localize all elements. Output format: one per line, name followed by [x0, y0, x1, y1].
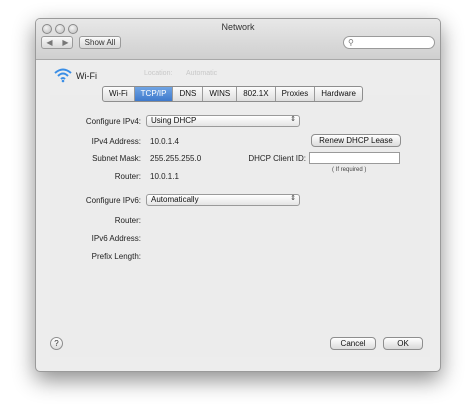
chevron-updown-icon: ⇕: [290, 116, 296, 123]
location-value: Automatic: [186, 70, 218, 77]
tab-wifi[interactable]: Wi-Fi: [103, 87, 135, 101]
tab-8021x[interactable]: 802.1X: [237, 87, 276, 101]
ipv4-address-value: 10.0.1.4: [150, 137, 179, 146]
tab-proxies[interactable]: Proxies: [276, 87, 316, 101]
back-button[interactable]: ◀: [42, 38, 57, 47]
title-bar: Network ◀ ▶ Show All ⚲: [36, 19, 440, 60]
wifi-icon: [54, 68, 72, 83]
service-name: Wi-Fi: [76, 71, 97, 81]
tab-tcpip[interactable]: TCP/IP: [134, 87, 174, 101]
configure-ipv6-select[interactable]: Automatically ⇕: [146, 194, 300, 206]
configure-ipv4-value: Using DHCP: [151, 116, 197, 125]
tab-hardware[interactable]: Hardware: [315, 87, 362, 101]
subnet-mask-label: Subnet Mask:: [92, 154, 141, 163]
show-all-button[interactable]: Show All: [79, 36, 121, 49]
tab-dns[interactable]: DNS: [173, 87, 204, 101]
location-label: Location:: [144, 70, 173, 77]
ipv4-address-label: IPv4 Address:: [91, 137, 141, 146]
configure-ipv4-label: Configure IPv4:: [85, 117, 141, 126]
configure-ipv6-label: Configure IPv6:: [85, 196, 141, 205]
configure-ipv4-select[interactable]: Using DHCP ⇕: [146, 115, 300, 127]
router-value: 10.0.1.1: [150, 172, 179, 181]
ipv6-address-label: IPv6 Address:: [91, 234, 141, 243]
search-field[interactable]: ⚲: [343, 36, 435, 49]
window-title: Network: [221, 22, 255, 32]
prefix-length-label: Prefix Length:: [91, 252, 141, 261]
cancel-button[interactable]: Cancel: [330, 337, 376, 350]
ok-button[interactable]: OK: [383, 337, 423, 350]
chevron-updown-icon: ⇕: [290, 195, 296, 202]
configure-ipv6-value: Automatically: [151, 195, 199, 204]
tab-wins[interactable]: WINS: [203, 87, 238, 101]
forward-button[interactable]: ▶: [58, 38, 73, 47]
search-icon: ⚲: [348, 38, 354, 47]
router-label: Router:: [114, 172, 141, 181]
tab-bar: Wi-Fi TCP/IP DNS WINS 802.1X Proxies Har…: [102, 86, 363, 102]
back-forward-buttons: ◀ ▶: [41, 36, 73, 49]
help-button[interactable]: ?: [50, 337, 63, 350]
dhcp-client-id-label: DHCP Client ID:: [248, 154, 306, 163]
ipv6-router-label: Router:: [114, 216, 141, 225]
dhcp-client-id-field[interactable]: [309, 152, 400, 164]
client-id-hint: ( If required ): [332, 167, 367, 173]
subnet-mask-value: 255.255.255.0: [150, 154, 202, 163]
renew-dhcp-lease-button[interactable]: Renew DHCP Lease: [311, 134, 401, 147]
network-window: Network ◀ ▶ Show All ⚲ Wi-Fi Location: A…: [35, 18, 441, 372]
